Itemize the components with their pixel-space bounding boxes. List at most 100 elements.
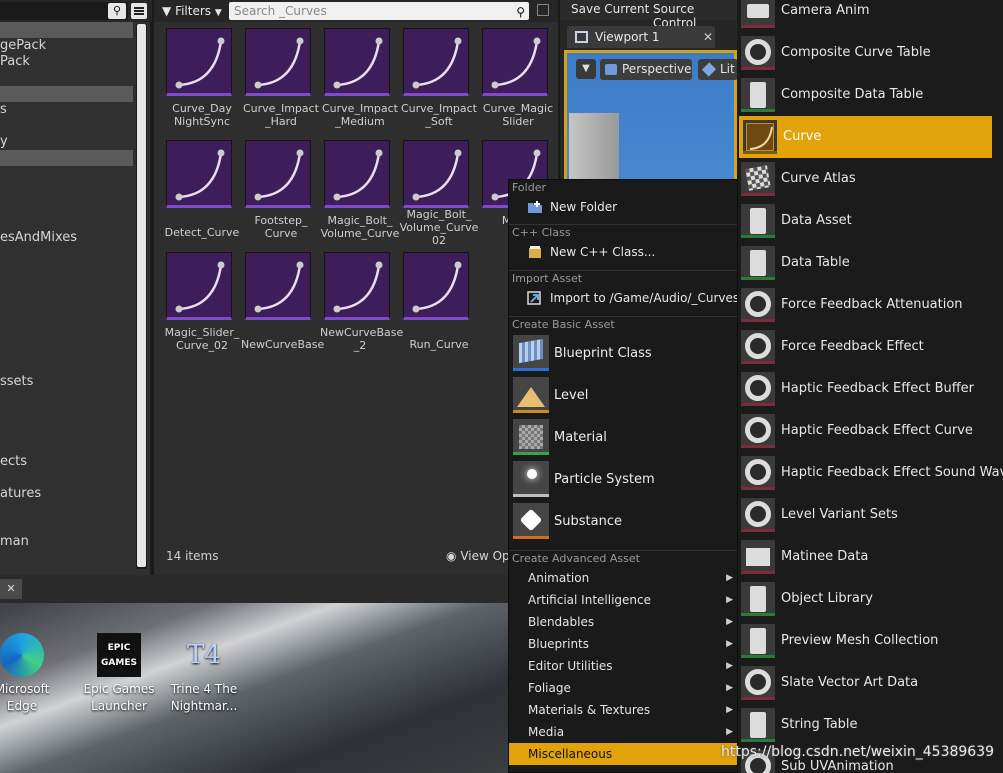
edge-shortcut[interactable]: Microsoft Edge (0, 633, 60, 715)
folder-tree-item[interactable]: ssets (0, 374, 133, 390)
folder-tree-item[interactable] (0, 310, 133, 326)
folder-tree-item[interactable]: gePack (0, 38, 133, 54)
folder-tree-item[interactable] (0, 278, 133, 294)
folder-tree-item[interactable] (0, 518, 133, 534)
close-icon[interactable]: ✕ (0, 579, 22, 599)
folder-tree-item[interactable]: Pack (0, 54, 133, 70)
folder-tree-item[interactable] (0, 166, 133, 182)
lit-button[interactable]: Lit (698, 59, 738, 80)
advanced-category-item[interactable]: Blendables ▶ (509, 611, 737, 633)
asset-type-item[interactable]: Composite Data Table (737, 74, 1003, 116)
curve-asset-tile[interactable]: Curve_Impact _Hard (241, 28, 319, 138)
advanced-category-item[interactable]: Miscellaneous (509, 743, 737, 765)
curve-asset-tile[interactable]: NewCurveBase (241, 252, 324, 362)
advanced-category-item[interactable]: Foliage ▶ (509, 677, 737, 699)
asset-type-item[interactable]: Data Asset (737, 200, 1003, 242)
folder-tree-item[interactable] (0, 70, 133, 86)
material-item[interactable]: Material (509, 417, 737, 459)
advanced-category-item[interactable]: Media ▶ (509, 721, 737, 743)
new-cpp-class-item[interactable]: New C++ Class... (509, 241, 737, 263)
folder-tree-item[interactable] (0, 326, 133, 342)
advanced-category-item[interactable]: Animation ▶ (509, 567, 737, 589)
curve-asset-tile[interactable]: Curve_Impact _Medium (320, 28, 398, 138)
curve-asset-tile[interactable]: Run_Curve (399, 252, 471, 362)
asset-type-item[interactable]: Camera Anim (737, 0, 1003, 32)
folder-tree-item[interactable]: ects (0, 454, 133, 470)
folder-tree-item[interactable]: esAndMixes (0, 230, 133, 246)
asset-type-item[interactable]: Haptic Feedback Effect Sound Wave (737, 452, 1003, 494)
viewport-tab[interactable]: Viewport 1 ✕ (567, 26, 715, 48)
curve-asset-tile[interactable]: Curve_Impact _Soft (399, 28, 477, 138)
curve-asset-tile[interactable]: Detect_Curve (162, 140, 239, 250)
folder-tree-item[interactable] (0, 342, 133, 358)
epic-games-shortcut[interactable]: EPIC GAMES Epic Games Launcher (81, 633, 157, 715)
folder-tree-item[interactable] (0, 150, 133, 166)
folder-tree-item[interactable] (0, 22, 133, 38)
asset-type-item[interactable]: Object Library (737, 578, 1003, 620)
folder-tree-item[interactable]: y (0, 134, 133, 150)
curve-asset-tile[interactable]: Footstep_ Curve (241, 140, 313, 250)
level-item[interactable]: Level (509, 375, 737, 417)
folder-tree-item[interactable]: man (0, 534, 133, 550)
folder-tree-item[interactable] (0, 198, 133, 214)
particle-system-item[interactable]: Particle System (509, 459, 737, 501)
filters-button[interactable]: ▼ Filters ▼ (158, 2, 226, 20)
advanced-category-item[interactable]: Editor Utilities ▶ (509, 655, 737, 677)
view-options-button[interactable]: ◉ View Op (446, 549, 510, 563)
asset-type-item[interactable]: Force Feedback Effect (737, 326, 1003, 368)
folder-tree-item[interactable] (0, 470, 133, 486)
asset-type-item[interactable]: String Table (737, 704, 1003, 746)
curve-asset-tile[interactable]: Curve_Magic Slider (478, 28, 553, 138)
advanced-category-item[interactable]: Blueprints ▶ (509, 633, 737, 655)
folder-tree-item[interactable] (0, 438, 133, 454)
import-asset-item[interactable]: Import to /Game/Audio/_Curves... (509, 287, 737, 309)
asset-type-item[interactable]: Level Variant Sets (737, 494, 1003, 536)
asset-type-item[interactable]: Composite Curve Table (737, 32, 1003, 74)
asset-type-item[interactable]: Curve Atlas (737, 158, 1003, 200)
search-icon[interactable]: ⚲ (516, 3, 525, 21)
curve-asset-tile[interactable]: Magic_Bolt_ Volume_Curve 02 (399, 140, 478, 250)
folder-tree-item[interactable] (0, 86, 133, 102)
asset-type-item[interactable]: Haptic Feedback Effect Curve (737, 410, 1003, 452)
save-current-button[interactable]: Save Current (571, 2, 649, 16)
folder-tree-item[interactable] (0, 214, 133, 230)
asset-type-item[interactable]: Slate Vector Art Data (737, 662, 1003, 704)
save-search-icon[interactable] (537, 4, 549, 16)
asset-type-item[interactable]: Curve (739, 116, 992, 158)
folder-tree-item[interactable] (0, 262, 133, 278)
folder-tree-item[interactable] (0, 422, 133, 438)
folder-tree-item[interactable] (0, 182, 133, 198)
folder-tree-item[interactable] (0, 502, 133, 518)
curve-asset-tile[interactable]: Magic_Bolt_ Volume_Curve (320, 140, 399, 250)
advanced-category-item[interactable]: Artificial Intelligence ▶ (509, 589, 737, 611)
new-folder-item[interactable]: New Folder (509, 196, 737, 218)
folder-tree-item[interactable] (0, 246, 133, 262)
curve-asset-tile[interactable]: NewCurveBase _2 (320, 252, 403, 362)
scrollbar-thumb[interactable] (137, 24, 146, 567)
folder-tree-item[interactable] (0, 358, 133, 374)
asset-type-item[interactable]: Haptic Feedback Effect Buffer (737, 368, 1003, 410)
folder-tree-item[interactable] (0, 294, 133, 310)
asset-type-item[interactable]: Data Table (737, 242, 1003, 284)
folder-tree-item[interactable] (0, 390, 133, 406)
folder-tree-item[interactable] (0, 406, 133, 422)
viewport-options-button[interactable]: ▼ (576, 59, 596, 79)
tree-options-icon[interactable] (131, 3, 147, 19)
substance-item[interactable]: Substance (509, 501, 737, 543)
curve-asset-tile[interactable]: Magic_Slider_ Curve_02 (162, 252, 239, 362)
asset-type-item[interactable]: Force Feedback Attenuation (737, 284, 1003, 326)
asset-type-item[interactable]: Matinee Data (737, 536, 1003, 578)
asset-type-item[interactable]: Preview Mesh Collection (737, 620, 1003, 662)
folder-tree-scrollbar[interactable] (136, 24, 147, 569)
advanced-category-item[interactable]: Materials & Textures ▶ (509, 699, 737, 721)
folder-tree-item[interactable]: atures (0, 486, 133, 502)
search-icon[interactable]: ⚲ (108, 3, 126, 19)
close-icon[interactable]: ✕ (703, 26, 713, 48)
perspective-button[interactable]: Perspective (600, 59, 692, 80)
curve-asset-tile[interactable]: Curve_Day NightSync (162, 28, 234, 138)
folder-tree-item[interactable]: s (0, 102, 133, 118)
folder-tree-item[interactable] (0, 118, 133, 134)
blueprint-class-item[interactable]: Blueprint Class (509, 333, 737, 375)
trine-shortcut[interactable]: T4 Trine 4 The Nightmar... (166, 633, 242, 715)
asset-search-input[interactable]: Search _Curves ⚲ (229, 2, 529, 20)
